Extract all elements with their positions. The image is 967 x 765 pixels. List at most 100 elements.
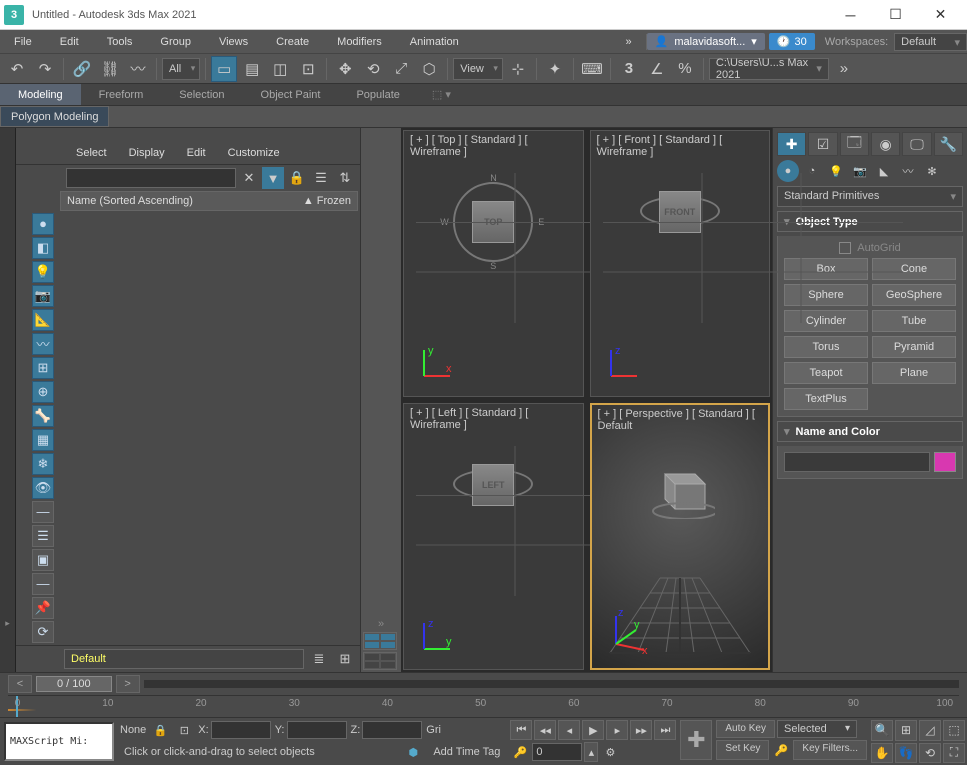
bind-spacewarp-button[interactable]: 〰 [125, 56, 151, 82]
filter-frozen-icon[interactable]: ❄ [32, 453, 54, 475]
sort-icon[interactable]: ⇅ [334, 167, 356, 189]
explorer-menu-display[interactable]: Display [119, 147, 175, 159]
nav-maximize-icon[interactable]: ⛶ [943, 743, 965, 764]
select-scale-button[interactable]: ⤢ [388, 56, 414, 82]
nav-zoomall-icon[interactable]: ⊞ [895, 720, 917, 741]
viewport-label[interactable]: [ + ] [ Top ] [ Standard ] [ Wireframe ] [404, 131, 583, 161]
add-time-tag-button[interactable]: Add Time Tag [427, 746, 506, 758]
time-ruler[interactable]: 0 10 20 30 40 50 60 70 80 90 100 [8, 695, 959, 717]
select-rotate-button[interactable]: ⟲ [360, 56, 386, 82]
viewport-top[interactable]: [ + ] [ Top ] [ Standard ] [ Wireframe ]… [403, 130, 584, 397]
toolbar-more-icon[interactable]: » [831, 56, 857, 82]
vp-more-icon[interactable]: » [363, 618, 399, 630]
cmd-tab-create[interactable]: ✚ [777, 132, 806, 156]
filter-icon[interactable]: ▼ [262, 167, 284, 189]
object-name-input[interactable] [784, 452, 930, 472]
filter-lights-icon[interactable]: 💡 [32, 261, 54, 283]
viewport-front[interactable]: [ + ] [ Front ] [ Standard ] [ Wireframe… [590, 130, 771, 397]
lock-selection-icon[interactable]: 🔒 [150, 720, 170, 740]
pivot-center-button[interactable]: ⊹ [505, 56, 531, 82]
goto-end-button[interactable]: ⏭ [654, 720, 676, 740]
layer-stack-icon[interactable]: ≣ [308, 648, 330, 670]
ribbon-tab-freeform[interactable]: Freeform [81, 84, 162, 105]
play-button[interactable]: ▶ [582, 720, 604, 740]
setkey-button[interactable]: Set Key [716, 740, 769, 760]
filter-pin-icon[interactable]: 📌 [32, 597, 54, 619]
select-object-button[interactable]: ▭ [211, 56, 237, 82]
autokey-button[interactable]: Auto Key [716, 720, 775, 738]
maximize-button[interactable]: ☐ [873, 0, 918, 30]
undo-button[interactable]: ↶ [4, 56, 30, 82]
y-coord-input[interactable] [287, 721, 347, 739]
user-account[interactable]: 👤 malavidasoft... ▾ [647, 33, 765, 50]
ribbon-tab-populate[interactable]: Populate [338, 84, 417, 105]
window-crossing-button[interactable]: ⊡ [295, 56, 321, 82]
nav-pan-icon[interactable]: ✋ [871, 743, 893, 764]
maxscript-listener[interactable]: MAXScript Mi: [4, 722, 114, 761]
cmd-tab-motion[interactable]: ◉ [871, 132, 900, 156]
selection-filter[interactable]: All [162, 58, 200, 80]
rollout-name-color[interactable]: Name and Color [777, 421, 963, 442]
menu-more-icon[interactable]: » [612, 30, 646, 53]
minimize-button[interactable]: ─ [828, 0, 873, 30]
z-coord-input[interactable] [362, 721, 422, 739]
explorer-tree[interactable] [60, 211, 360, 645]
obj-pyramid-button[interactable]: Pyramid [872, 336, 956, 358]
link-button[interactable]: 🔗 [69, 56, 95, 82]
object-color-swatch[interactable] [934, 452, 956, 472]
time-prev-button[interactable]: < [8, 675, 32, 693]
obj-textplus-button[interactable]: TextPlus [784, 388, 868, 410]
close-button[interactable]: ✕ [918, 0, 963, 30]
filter-xrefs-icon[interactable]: ⊕ [32, 381, 54, 403]
time-tag-icon[interactable]: ⬢ [403, 742, 423, 762]
obj-plane-button[interactable]: Plane [872, 362, 956, 384]
set-key-big-button[interactable]: ✚ [680, 720, 712, 760]
cmd-tab-hierarchy[interactable]: 🗔 [840, 132, 869, 156]
filter-groups-icon[interactable]: ⊞ [32, 357, 54, 379]
obj-torus-button[interactable]: Torus [784, 336, 868, 358]
workspace-selector[interactable]: Default [894, 33, 967, 51]
manipulate-button[interactable]: ✦ [542, 56, 568, 82]
explorer-column-header[interactable]: Name (Sorted Ascending) ▲ Frozen [60, 191, 358, 210]
select-move-button[interactable]: ✥ [332, 56, 358, 82]
viewport-label[interactable]: [ + ] [ Front ] [ Standard ] [ Wireframe… [591, 131, 770, 161]
key-icon[interactable]: 🔑 [771, 740, 791, 760]
viewport-perspective[interactable]: [ + ] [ Perspective ] [ Standard ] [ Def… [590, 403, 771, 670]
layout-alt[interactable] [363, 652, 397, 670]
filter-bone-icon[interactable]: 🦴 [32, 405, 54, 427]
obj-teapot-button[interactable]: Teapot [784, 362, 868, 384]
cmd-tab-modify[interactable]: ☑ [808, 132, 837, 156]
explorer-menu-select[interactable]: Select [66, 147, 117, 159]
left-dock-handle[interactable]: ▸ [0, 128, 16, 672]
prev-key-button[interactable]: ◂ [558, 720, 580, 740]
cmd-tab-display[interactable]: 🖵 [902, 132, 931, 156]
menu-create[interactable]: Create [262, 30, 323, 53]
filter-sync-icon[interactable]: ⟳ [32, 621, 54, 643]
viewport-label[interactable]: [ + ] [ Left ] [ Standard ] [ Wireframe … [404, 404, 583, 434]
key-mode-icon[interactable]: 🔑 [510, 742, 530, 762]
rect-select-button[interactable]: ◫ [267, 56, 293, 82]
menu-file[interactable]: File [0, 30, 46, 53]
current-frame-input[interactable] [532, 743, 582, 761]
filter-geometry-icon[interactable]: ● [32, 213, 54, 235]
view-mode-icon[interactable]: ☰ [310, 167, 332, 189]
angle-snap-button[interactable]: ∠ [644, 56, 670, 82]
ribbon-tab-selection[interactable]: Selection [161, 84, 242, 105]
menu-tools[interactable]: Tools [93, 30, 147, 53]
lock-icon[interactable]: 🔒 [286, 167, 308, 189]
panel-polygon-modeling[interactable]: Polygon Modeling [0, 106, 109, 127]
nav-fov-icon[interactable]: ◿ [919, 720, 941, 741]
menu-edit[interactable]: Edit [46, 30, 93, 53]
filter-shapes-icon[interactable]: ◧ [32, 237, 54, 259]
nav-zoom-icon[interactable]: 🔍 [871, 720, 893, 741]
ref-coord-dropdown[interactable]: View [453, 58, 503, 80]
explorer-search-input[interactable] [66, 168, 236, 188]
prev-frame-button[interactable]: ◂◂ [534, 720, 556, 740]
nav-walk-icon[interactable]: 👣 [895, 743, 917, 764]
filter-helpers-icon[interactable]: 📐 [32, 309, 54, 331]
frame-spinner[interactable]: ▴ [584, 742, 598, 762]
clear-search-icon[interactable]: ✕ [238, 167, 260, 189]
keyfilters-button[interactable]: Key Filters... [793, 740, 867, 760]
expand-icon[interactable]: ▸ [2, 618, 14, 630]
ribbon-collapse-icon[interactable]: ⬚ ▾ [426, 88, 457, 101]
